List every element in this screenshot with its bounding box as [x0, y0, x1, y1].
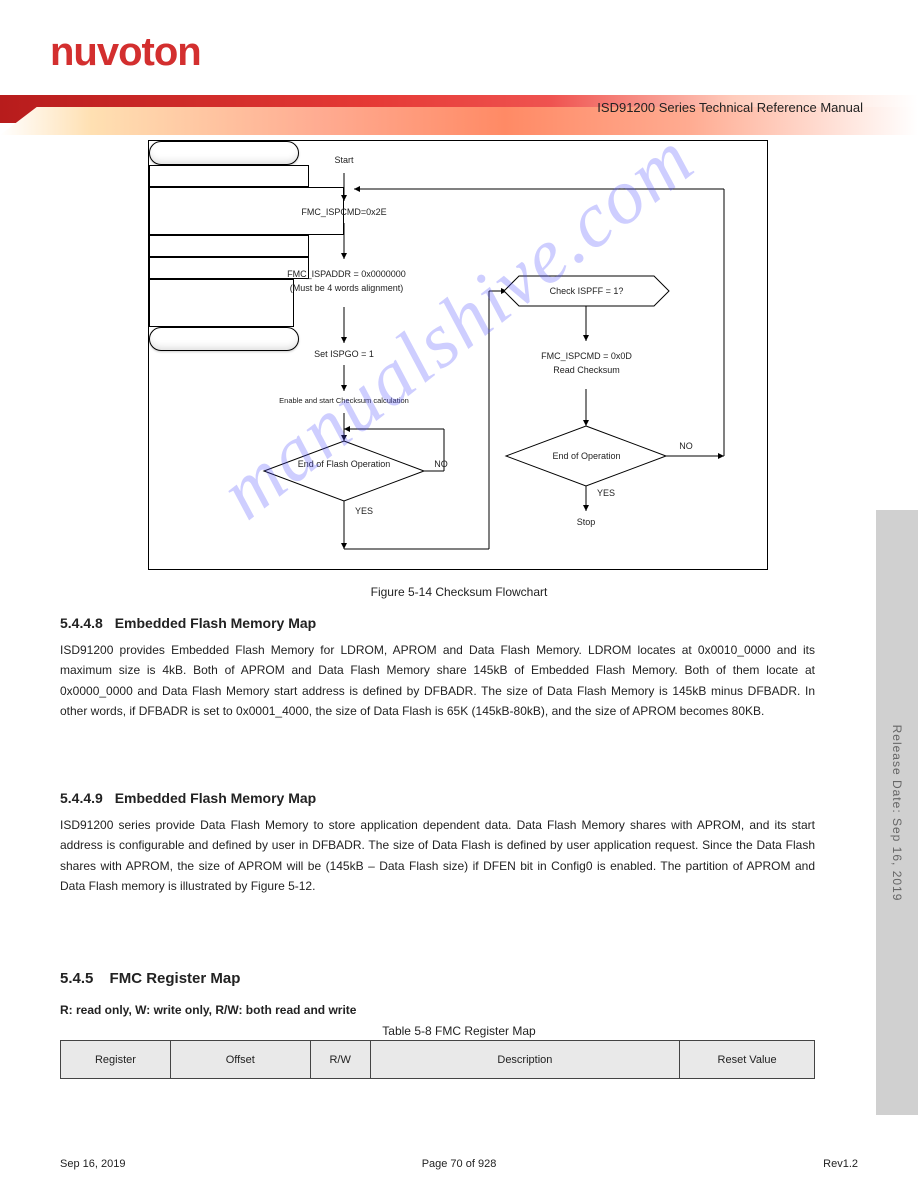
section-5-4-5-lead: R: read only, W: write only, R/W: both r… [60, 1000, 815, 1020]
fmc-register-table: Register Offset R/W Description Reset Va… [60, 1040, 815, 1079]
header-band: ISD91200 Series Technical Reference Manu… [0, 95, 918, 135]
flow-end-label: Stop [511, 517, 661, 527]
brand-logo: nuvoTon [50, 30, 201, 75]
flow-connectors [149, 141, 769, 571]
d2-yes: YES [591, 488, 621, 498]
table-header-row: Register Offset R/W Description Reset Va… [61, 1041, 815, 1079]
footer-revision: Rev1.2 [823, 1158, 858, 1170]
footer-page-number: Page 70 of 928 [422, 1158, 497, 1170]
s3-title: FMC Register Map [110, 970, 241, 987]
th-reset: Reset Value [680, 1041, 815, 1079]
side-tab-label: Release Date: Sep 16, 2019 [890, 724, 904, 901]
s2-num: 5.4.4.9 [60, 790, 103, 806]
footer-date: Sep 16, 2019 [60, 1158, 125, 1170]
figure-caption: Figure 5-14 Checksum Flowchart [0, 585, 918, 599]
section-5-4-4-8-heading: 5.4.4.8 Embedded Flash Memory Map [60, 615, 316, 631]
side-tab: Release Date: Sep 16, 2019 [876, 510, 918, 1115]
section-5-4-4-8-body: ISD91200 provides Embedded Flash Memory … [60, 640, 815, 722]
section-5-4-4-9-heading: 5.4.4.9 Embedded Flash Memory Map [60, 790, 316, 806]
d2-no: NO [671, 441, 701, 451]
s1-num: 5.4.4.8 [60, 615, 103, 631]
flowchart-frame: Start FMC_ISPCMD=0x2E FMC_ISPADDR = 0x00… [148, 140, 768, 570]
d1-no: NO [426, 459, 456, 469]
th-rw: R/W [310, 1041, 370, 1079]
flow-d1-label: End of Flash Operation [279, 459, 409, 469]
doc-reference: ISD91200 Series Technical Reference Manu… [597, 100, 863, 115]
s1-title: Embedded Flash Memory Map [115, 615, 316, 631]
th-description: Description [370, 1041, 680, 1079]
s2-title: Embedded Flash Memory Map [115, 790, 316, 806]
th-register: Register [61, 1041, 171, 1079]
d1-yes: YES [349, 506, 379, 516]
logo-text: nuvoTon [50, 30, 201, 74]
s3-num: 5.4.5 [60, 970, 93, 987]
flow-d2-label: End of Operation [529, 451, 644, 461]
flow-b2-l1: FMC_ISPCMD = 0x0D [514, 351, 659, 361]
th-offset: Offset [170, 1041, 310, 1079]
section-5-4-4-9-body: ISD91200 series provide Data Flash Memor… [60, 815, 815, 897]
section-5-4-5-heading: 5.4.5 FMC Register Map [60, 970, 240, 987]
table-caption: Table 5-8 FMC Register Map [0, 1024, 918, 1038]
flow-b1-label: Check ISPFF = 1? [509, 286, 664, 296]
flow-b2-l2: Read Checksum [514, 365, 659, 375]
